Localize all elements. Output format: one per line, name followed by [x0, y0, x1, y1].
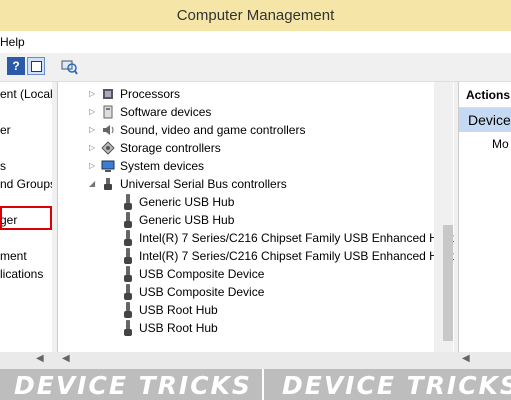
- usb-device-label: USB Composite Device: [139, 267, 265, 281]
- usb-device-row[interactable]: USB Root Hub: [58, 319, 453, 337]
- usb-icon: [104, 178, 112, 190]
- scroll-left-icon[interactable]: ◀: [462, 353, 470, 364]
- usb-icon: [124, 212, 132, 228]
- expand-arrow-icon[interactable]: ▷: [89, 103, 95, 121]
- usb-device-row[interactable]: Intel(R) 7 Series/C216 Chipset Family US…: [58, 229, 454, 247]
- menu-help[interactable]: Help: [0, 35, 25, 49]
- usb-icon: [124, 266, 132, 282]
- tree-label: Software devices: [120, 105, 212, 119]
- usb-device-row[interactable]: Intel(R) 7 Series/C216 Chipset Family US…: [58, 247, 454, 265]
- expand-arrow-icon[interactable]: ▷: [89, 121, 95, 139]
- tree-row-sound-video-game[interactable]: ▷ Sound, video and game controllers: [58, 121, 438, 139]
- speaker-icon: [103, 125, 114, 135]
- scan-hardware-icon[interactable]: [60, 57, 78, 75]
- usb-icon: [124, 248, 132, 264]
- console-tree-pane: ent (Local er s nd Groups ger ment licat…: [0, 82, 52, 352]
- tree-row-software-devices[interactable]: ▷ Software devices: [58, 103, 438, 121]
- usb-device-label: USB Composite Device: [139, 285, 265, 299]
- selection-highlight: [0, 206, 52, 230]
- usb-icon: [124, 230, 132, 246]
- tree-item-local-users-groups[interactable]: nd Groups: [0, 177, 52, 191]
- collapse-arrow-icon[interactable]: ◢: [89, 175, 95, 193]
- processor-icon: [103, 89, 113, 99]
- usb-device-label: USB Root Hub: [139, 303, 218, 317]
- tree-item-shared-folders[interactable]: s: [0, 159, 6, 173]
- vertical-scrollbar-thumb[interactable]: [443, 225, 453, 341]
- storage-icon: [101, 141, 115, 155]
- more-actions-link[interactable]: Mo: [492, 137, 509, 151]
- expand-arrow-icon[interactable]: ▷: [89, 157, 95, 175]
- scroll-left-icon[interactable]: ◀: [36, 353, 44, 364]
- tree-row-processors[interactable]: ▷ Processors: [58, 85, 438, 103]
- show-hide-pane-icon[interactable]: [27, 57, 45, 75]
- tree-label: System devices: [120, 159, 205, 173]
- usb-icon: [124, 194, 132, 210]
- actions-section-device[interactable]: Device: [459, 108, 511, 132]
- actions-header: Actions: [459, 82, 511, 108]
- tree-label: Universal Serial Bus controllers: [120, 177, 287, 191]
- tree-row-storage-controllers[interactable]: ▷ Storage controllers: [58, 139, 438, 157]
- tree-item-computer-management[interactable]: ent (Local: [0, 87, 52, 101]
- usb-device-row[interactable]: USB Composite Device: [58, 283, 453, 301]
- help-icon[interactable]: ?: [7, 57, 25, 75]
- window-title: Computer Management: [176, 7, 335, 24]
- usb-device-label: Generic USB Hub: [139, 195, 235, 209]
- software-device-icon: [103, 105, 113, 119]
- menu-bar: Help: [0, 31, 511, 53]
- usb-device-row[interactable]: USB Root Hub: [58, 301, 453, 319]
- device-tree-pane: ▷ Processors ▷ Software devices ▷ Sound,…: [57, 82, 454, 352]
- usb-device-row[interactable]: Generic USB Hub: [58, 211, 453, 229]
- horizontal-scrollbar[interactable]: ◀ ◀ ◀: [0, 352, 511, 369]
- usb-device-label: Generic USB Hub: [139, 213, 235, 227]
- title-bar: Computer Management: [0, 0, 511, 31]
- watermark-banner: DEVICE TRICKS DEVICE TRICKS: [0, 369, 511, 400]
- tree-label: Processors: [120, 87, 181, 101]
- tree-label: Sound, video and game controllers: [120, 123, 306, 137]
- toolbar: ?: [0, 53, 511, 82]
- tree-row-system-devices[interactable]: ▷ System devices: [58, 157, 438, 175]
- usb-device-label: Intel(R) 7 Series/C216 Chipset Family US…: [139, 231, 454, 245]
- usb-icon: [124, 302, 132, 318]
- watermark-text: DEVICE TRICKS: [282, 371, 511, 400]
- tree-row-usb-controllers[interactable]: ◢ Universal Serial Bus controllers: [58, 175, 438, 193]
- tree-item-task-scheduler[interactable]: er: [0, 123, 11, 137]
- actions-pane: Actions Device Mo: [458, 82, 511, 352]
- watermark-divider: [262, 369, 264, 400]
- expand-arrow-icon[interactable]: ▷: [89, 139, 95, 157]
- computer-icon: [101, 160, 115, 172]
- tree-item-services-applications[interactable]: lications: [0, 267, 43, 281]
- watermark-text: DEVICE TRICKS: [14, 371, 252, 400]
- usb-device-label: Intel(R) 7 Series/C216 Chipset Family US…: [139, 249, 454, 263]
- expand-arrow-icon[interactable]: ▷: [89, 85, 95, 103]
- tree-item-storage-management[interactable]: ment: [0, 249, 27, 263]
- usb-icon: [124, 284, 132, 300]
- usb-icon: [124, 320, 132, 336]
- usb-device-row[interactable]: USB Composite Device: [58, 265, 453, 283]
- tree-label: Storage controllers: [120, 141, 221, 155]
- usb-device-row[interactable]: Generic USB Hub: [58, 193, 453, 211]
- scroll-left-icon[interactable]: ◀: [62, 353, 70, 364]
- usb-device-label: USB Root Hub: [139, 321, 218, 335]
